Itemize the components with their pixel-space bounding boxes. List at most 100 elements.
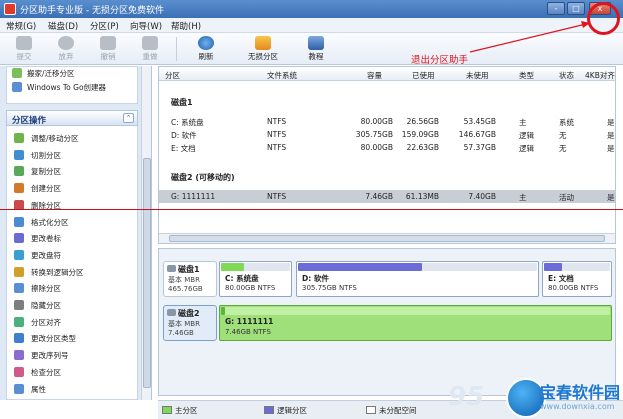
- col-capacity[interactable]: 容量: [367, 70, 382, 81]
- sidebar-item-migrate[interactable]: 搬家/迁移分区: [27, 68, 151, 81]
- discard-button[interactable]: 放弃: [46, 35, 86, 63]
- table-row[interactable]: E: 文档 NTFS 80.00GB 22.63GB 57.37GB 逻辑 无 是: [159, 141, 615, 154]
- disk-label[interactable]: 磁盘1 基本 MBR 465.76GB: [163, 261, 217, 297]
- sidebar-op-7[interactable]: 更改盘符: [7, 248, 137, 262]
- disk-label[interactable]: 磁盘2 基本 MBR 7.46GB: [163, 305, 217, 341]
- col-partition[interactable]: 分区: [165, 70, 180, 81]
- minimize-button[interactable]: -: [547, 2, 565, 15]
- apply-button[interactable]: 提交: [4, 35, 44, 63]
- redo-button[interactable]: 重做: [130, 35, 170, 63]
- menu-bar: 常规(G) 磁盘(D) 分区(P) 向导(W) 帮助(H): [0, 18, 623, 33]
- sidebar-op-label: 属性: [31, 384, 46, 394]
- menu-partition[interactable]: 分区(P): [90, 20, 119, 32]
- cell-status: 无: [559, 131, 567, 140]
- cell-fs: NTFS: [267, 117, 287, 126]
- annotation-line: [0, 209, 623, 210]
- menu-general[interactable]: 常规(G): [6, 20, 36, 32]
- cell-align: 是: [607, 118, 615, 127]
- menu-disk[interactable]: 磁盘(D): [48, 20, 78, 32]
- sidebar-op-8[interactable]: 转换到逻辑分区: [7, 265, 137, 279]
- legend-logical-swatch: [264, 406, 274, 414]
- sidebar-op-1[interactable]: 切割分区: [7, 148, 137, 162]
- col-status[interactable]: 状态: [559, 70, 574, 81]
- partition-name: C: 系统盘: [225, 274, 259, 283]
- sidebar-op-6[interactable]: 更改卷标: [7, 231, 137, 245]
- legend-logical: 逻辑分区: [264, 405, 307, 416]
- sidebar-op-12[interactable]: 更改分区类型: [7, 331, 137, 345]
- table-row[interactable]: C: 系统盘 NTFS 80.00GB 26.56GB 53.45GB 主 系统 是: [159, 115, 615, 128]
- grid-scroll-thumb[interactable]: [169, 235, 605, 242]
- sidebar-op-13[interactable]: 更改序列号: [7, 348, 137, 362]
- partition-info: 7.46GB NTFS: [225, 328, 271, 336]
- partition-block[interactable]: D: 软件 305.75GB NTFS: [296, 261, 539, 297]
- operation-icon: [14, 300, 24, 310]
- partition-block[interactable]: G: 1111111 7.46GB NTFS: [219, 305, 612, 341]
- main-panel: 分区 文件系统 容量 已使用 未使用 类型 状态 4KB对齐 磁盘1 C: 系统盘…: [158, 66, 623, 400]
- cell-type: 主: [519, 193, 527, 202]
- disk-size: 465.76GB: [168, 285, 203, 293]
- cell-status: 无: [559, 144, 567, 153]
- legend-unallocated: 未分配空间: [366, 405, 417, 416]
- operation-icon: [14, 266, 24, 277]
- annotation-text: 退出分区助手: [411, 55, 469, 66]
- col-type[interactable]: 类型: [519, 70, 534, 81]
- sidebar-op-14[interactable]: 检查分区: [7, 365, 137, 379]
- cell-capacity: 305.75GB: [355, 130, 393, 139]
- partition-block[interactable]: E: 文档 80.00GB NTFS: [542, 261, 612, 297]
- col-used[interactable]: 已使用: [412, 70, 435, 81]
- refresh-button[interactable]: 刷新: [186, 35, 226, 63]
- menu-help[interactable]: 帮助(H): [171, 20, 201, 32]
- collapse-icon[interactable]: ⌃: [123, 113, 134, 123]
- col-4k-align[interactable]: 4KB对齐: [585, 70, 615, 81]
- tutorial-button[interactable]: 教程: [296, 35, 336, 63]
- disk-size: 7.46GB: [168, 329, 194, 337]
- sidebar: 搬家/迁移分区 Windows To Go创建器 分区操作 ⌃ 调整/移动分区切…: [0, 66, 152, 400]
- cell-used: 61.13MB: [405, 192, 439, 201]
- operation-icon: [14, 183, 24, 194]
- partition-usage-bar: [544, 263, 562, 271]
- sidebar-op-0[interactable]: 调整/移动分区: [7, 131, 137, 145]
- sidebar-op-2[interactable]: 复制分区: [7, 164, 137, 178]
- table-row[interactable]: D: 软件 NTFS 305.75GB 159.09GB 146.67GB 逻辑 无 是: [159, 128, 615, 141]
- legend-unallocated-swatch: [366, 406, 376, 414]
- grid-disk-title: 磁盘1: [171, 98, 193, 107]
- sidebar-op-11[interactable]: 分区对齐: [7, 315, 137, 329]
- grid-horizontal-scrollbar[interactable]: [159, 233, 615, 243]
- apply-label: 提交: [16, 52, 32, 61]
- sidebar-scroll-thumb[interactable]: [143, 158, 151, 388]
- lossless-partition-button[interactable]: 无损分区: [238, 35, 288, 63]
- sidebar-op-label: 格式化分区: [31, 217, 69, 227]
- maximize-button[interactable]: □: [567, 2, 585, 15]
- col-free[interactable]: 未使用: [466, 70, 489, 81]
- menu-wizard[interactable]: 向导(W): [130, 20, 162, 32]
- sidebar-op-9[interactable]: 擦除分区: [7, 281, 137, 295]
- partition-usage-bar: [221, 263, 244, 271]
- operation-icon: [14, 316, 24, 327]
- toolbar: 提交 放弃 撤销 重做 刷新 无损分区 教程: [0, 33, 623, 65]
- sidebar-op-label: 更改盘符: [31, 250, 61, 260]
- partition-operations-header[interactable]: 分区操作 ⌃: [6, 110, 138, 126]
- partition-block[interactable]: C: 系统盘 80.00GB NTFS: [219, 261, 292, 297]
- partition-usage-bar: [221, 307, 225, 315]
- watermark-number: 95: [448, 382, 485, 412]
- refresh-label: 刷新: [198, 52, 214, 61]
- legend-logical-label: 逻辑分区: [277, 406, 307, 415]
- disk-name: 磁盘2: [178, 309, 200, 318]
- partition-info: 305.75GB NTFS: [302, 284, 357, 292]
- sidebar-op-10[interactable]: 隐藏分区: [7, 298, 137, 312]
- col-filesystem[interactable]: 文件系统: [267, 70, 297, 81]
- partition-usage-track: [221, 307, 610, 315]
- sidebar-scrollbar[interactable]: [141, 66, 151, 400]
- sidebar-op-label: 切割分区: [31, 150, 61, 160]
- disk-map: 磁盘1 基本 MBR 465.76GB C: 系统盘 80.00GB NTFS D: 软件…: [158, 248, 616, 396]
- sidebar-op-15[interactable]: 属性: [7, 382, 137, 396]
- cell-fs: NTFS: [267, 192, 287, 201]
- undo-button[interactable]: 撤销: [88, 35, 128, 63]
- partition-name: G: 1111111: [225, 317, 274, 326]
- sidebar-op-3[interactable]: 创建分区: [7, 181, 137, 195]
- table-row[interactable]: G: 1111111 NTFS 7.46GB 61.13MB 7.40GB 主 活动 是: [159, 190, 615, 203]
- sidebar-item-windows-to-go[interactable]: Windows To Go创建器: [27, 82, 151, 95]
- discard-label: 放弃: [58, 52, 74, 61]
- sidebar-op-5[interactable]: 格式化分区: [7, 215, 137, 229]
- annotation-circle: [587, 2, 620, 35]
